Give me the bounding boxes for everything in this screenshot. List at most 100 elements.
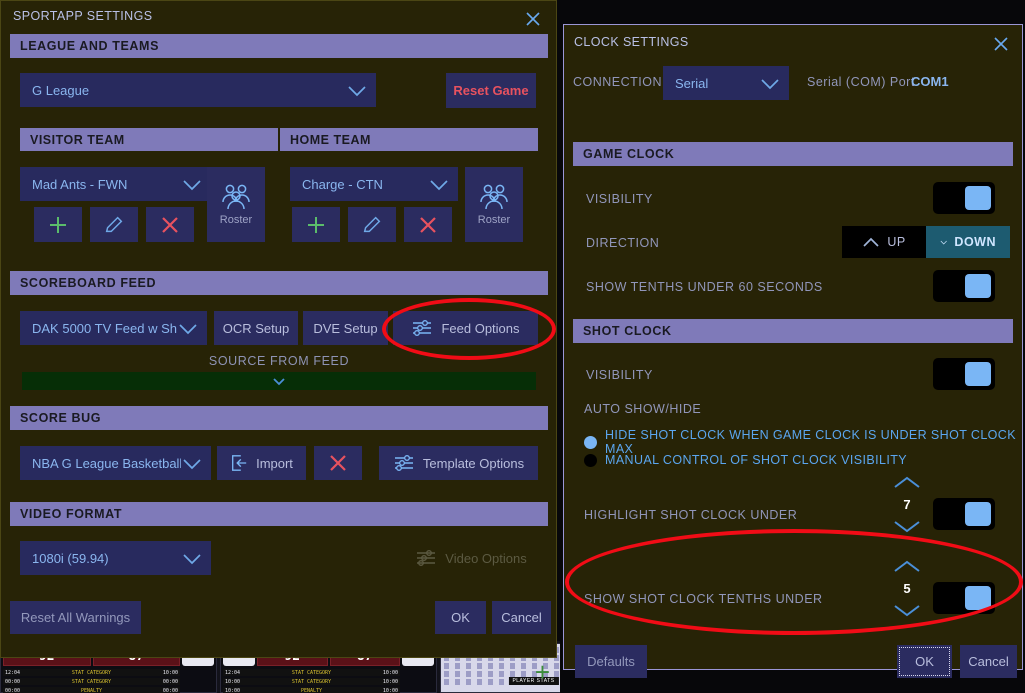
close-icon[interactable] bbox=[520, 6, 546, 32]
league-dropdown[interactable]: G League bbox=[20, 73, 376, 107]
highlight-shot-clock-toggle[interactable] bbox=[933, 498, 995, 530]
chevron-down-icon bbox=[183, 458, 201, 469]
ocr-setup-button[interactable]: OCR Setup bbox=[214, 311, 298, 345]
import-button[interactable]: Import bbox=[217, 446, 306, 480]
league-and-teams-header: LEAGUE AND TEAMS bbox=[10, 34, 548, 58]
template-options-button[interactable]: Template Options bbox=[379, 446, 538, 480]
radio-manual-control[interactable]: MANUAL CONTROL OF SHOT CLOCK VISIBILITY bbox=[584, 453, 907, 467]
video-format-dropdown[interactable]: 1080i (59.94) bbox=[20, 541, 211, 575]
shot-clock-visibility-toggle[interactable] bbox=[933, 358, 995, 390]
radio-manual-label: MANUAL CONTROL OF SHOT CLOCK VISIBILITY bbox=[605, 453, 907, 467]
source-from-feed-expander[interactable] bbox=[22, 372, 536, 390]
direction-up-label: UP bbox=[887, 235, 906, 249]
sliders-icon bbox=[394, 455, 413, 471]
score-bug-header: SCORE BUG bbox=[10, 406, 548, 430]
visitor-roster-button[interactable]: Roster bbox=[207, 167, 265, 242]
score-bug-delete-button[interactable] bbox=[314, 446, 362, 480]
thumb-stat-a: STAT CATEGORY bbox=[71, 669, 112, 676]
game-clock-header: GAME CLOCK bbox=[573, 142, 1013, 166]
chevron-down-icon bbox=[894, 605, 920, 617]
radio-unselected-icon bbox=[584, 453, 597, 467]
auto-show-hide-label: AUTO SHOW/HIDE bbox=[584, 402, 702, 416]
add-template-icon[interactable]: + bbox=[535, 659, 550, 685]
home-team-value: Charge - CTN bbox=[302, 176, 383, 192]
sportapp-settings-dialog: SPORTAPP SETTINGS LEAGUE AND TEAMS G Lea… bbox=[0, 0, 557, 658]
left-ok-button[interactable]: OK bbox=[435, 601, 486, 634]
left-cancel-button[interactable]: Cancel bbox=[492, 601, 551, 634]
people-group-icon bbox=[480, 184, 508, 210]
visitor-add-button[interactable] bbox=[34, 207, 82, 242]
spinner-up-button[interactable] bbox=[891, 559, 923, 575]
chevron-down-icon bbox=[894, 521, 920, 533]
clock-settings-title: CLOCK SETTINGS bbox=[574, 35, 689, 49]
game-clock-direction-label: DIRECTION bbox=[586, 236, 660, 250]
game-clock-tenths-toggle[interactable] bbox=[933, 270, 995, 302]
direction-down-button[interactable]: DOWN bbox=[926, 226, 1010, 258]
chevron-up-icon bbox=[894, 560, 920, 572]
spinner-down-button[interactable] bbox=[891, 518, 923, 534]
chevron-down-icon bbox=[761, 78, 779, 89]
shot-clock-visibility-label: VISIBILITY bbox=[586, 368, 653, 382]
video-options-label: Video Options bbox=[445, 550, 527, 566]
visitor-team-dropdown[interactable]: Mad Ants - FWN bbox=[20, 167, 211, 201]
dve-setup-label: DVE Setup bbox=[313, 320, 378, 336]
reset-all-warnings-button[interactable]: Reset All Warnings bbox=[10, 601, 141, 634]
home-delete-button[interactable] bbox=[404, 207, 452, 242]
pencil-icon bbox=[105, 216, 123, 232]
defaults-button[interactable]: Defaults bbox=[575, 645, 647, 678]
chevron-down-icon bbox=[273, 378, 285, 386]
right-ok-label: OK bbox=[915, 654, 934, 669]
spinner-up-button[interactable] bbox=[891, 475, 923, 491]
scoreboard-feed-value: DAK 5000 TV Feed w Shc bbox=[32, 320, 177, 336]
thumb-clock-a: 12:04 bbox=[5, 669, 21, 676]
chevron-down-icon bbox=[430, 179, 448, 190]
scoreboard-feed-dropdown[interactable]: DAK 5000 TV Feed w Shc bbox=[20, 311, 207, 345]
dve-setup-button[interactable]: DVE Setup bbox=[303, 311, 388, 345]
right-cancel-button[interactable]: Cancel bbox=[960, 645, 1017, 678]
reset-all-warnings-label: Reset All Warnings bbox=[20, 610, 131, 625]
home-team-dropdown[interactable]: Charge - CTN bbox=[290, 167, 458, 201]
highlight-shot-clock-value: 7 bbox=[903, 497, 911, 512]
radio-hide-shot-clock[interactable]: HIDE SHOT CLOCK WHEN GAME CLOCK IS UNDER… bbox=[584, 428, 1022, 456]
reset-game-button[interactable]: Reset Game bbox=[446, 73, 536, 108]
chevron-down-icon bbox=[940, 240, 947, 244]
highlight-shot-clock-label: HIGHLIGHT SHOT CLOCK UNDER bbox=[584, 508, 798, 522]
visitor-delete-button[interactable] bbox=[146, 207, 194, 242]
right-ok-button[interactable]: OK bbox=[897, 645, 952, 678]
chevron-up-icon bbox=[894, 476, 920, 488]
thumb-clock-b: 10:00 bbox=[162, 669, 178, 676]
template-options-label: Template Options bbox=[422, 455, 525, 471]
show-shot-clock-tenths-toggle[interactable] bbox=[933, 582, 995, 614]
home-roster-label: Roster bbox=[477, 214, 511, 226]
chevron-down-icon bbox=[348, 85, 366, 96]
connection-value: Serial bbox=[675, 75, 709, 91]
direction-down-label: DOWN bbox=[954, 235, 996, 249]
league-dropdown-value: G League bbox=[32, 82, 90, 98]
direction-up-button[interactable]: UP bbox=[842, 226, 926, 258]
shot-clock-header: SHOT CLOCK bbox=[573, 319, 1013, 343]
close-icon[interactable] bbox=[988, 31, 1014, 57]
score-bug-dropdown[interactable]: NBA G League Basketball bbox=[20, 446, 211, 480]
home-edit-button[interactable] bbox=[348, 207, 396, 242]
visitor-edit-button[interactable] bbox=[90, 207, 138, 242]
close-x-icon bbox=[162, 216, 178, 233]
connection-dropdown[interactable]: Serial bbox=[663, 66, 789, 100]
spinner-down-button[interactable] bbox=[891, 602, 923, 618]
chevron-down-icon bbox=[183, 553, 201, 564]
game-clock-tenths-label: SHOW TENTHS UNDER 60 SECONDS bbox=[586, 280, 823, 294]
visitor-team-header: VISITOR TEAM bbox=[20, 128, 278, 151]
visitor-roster-label: Roster bbox=[219, 214, 253, 226]
game-clock-visibility-toggle[interactable] bbox=[933, 182, 995, 214]
video-options-button: Video Options bbox=[401, 541, 541, 575]
home-add-button[interactable] bbox=[292, 207, 340, 242]
left-ok-label: OK bbox=[451, 610, 470, 625]
game-clock-direction-segmented: UP DOWN bbox=[842, 226, 1010, 258]
plus-icon bbox=[308, 216, 324, 233]
defaults-label: Defaults bbox=[587, 654, 635, 669]
source-from-feed-label: SOURCE FROM FEED bbox=[208, 354, 350, 368]
reset-game-label: Reset Game bbox=[453, 83, 529, 98]
visitor-team-value: Mad Ants - FWN bbox=[32, 176, 128, 192]
com-port-value: COM1 bbox=[911, 74, 949, 89]
feed-options-button[interactable]: Feed Options bbox=[393, 311, 538, 345]
home-roster-button[interactable]: Roster bbox=[465, 167, 523, 242]
